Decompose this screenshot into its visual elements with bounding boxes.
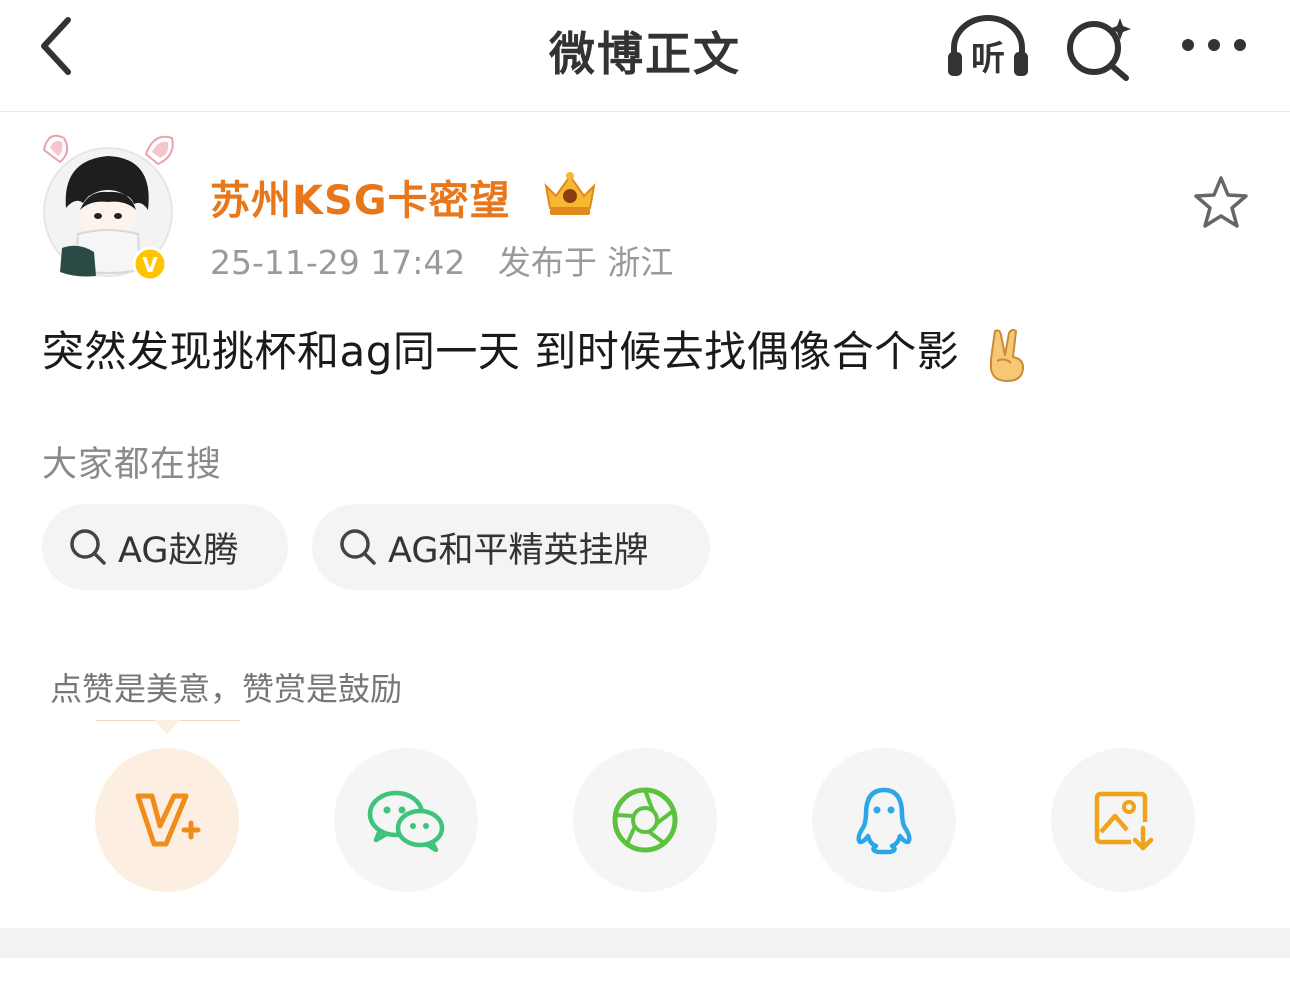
victory-hand-emoji-icon: [990, 328, 1025, 382]
top-nav-bar: 微博正文 听: [0, 0, 1290, 112]
save-image-button[interactable]: [1051, 748, 1195, 892]
moments-icon: [612, 787, 678, 853]
headphones-icon: 听: [948, 15, 1028, 79]
post-meta: 25-11-29 17:42 发布于 浙江: [210, 236, 673, 284]
more-button[interactable]: [1176, 20, 1252, 70]
post-text: 突然发现挑杯和ag同一天 到时候去找偶像合个影: [42, 327, 960, 376]
post-content: 突然发现挑杯和ag同一天 到时候去找偶像合个影: [42, 318, 1031, 383]
hot-search-title: 大家都在搜: [42, 445, 223, 485]
star-icon: [1194, 176, 1248, 228]
avatar[interactable]: V: [38, 130, 178, 282]
save-image-icon: [1094, 791, 1154, 851]
author-name[interactable]: 苏州KSG卡密望: [210, 168, 511, 226]
reward-hint: 点赞是美意，赞赏是鼓励: [50, 670, 403, 708]
post-timestamp: 25-11-29 17:42: [210, 243, 466, 282]
post-location: 发布于 浙江: [497, 243, 674, 282]
hot-search-chip[interactable]: AG和平精英挂牌: [312, 504, 710, 590]
share-qq-button[interactable]: [812, 748, 956, 892]
search-icon: [70, 529, 106, 565]
crown-badge-icon: [544, 172, 596, 215]
hot-search-chip-label: AG赵腾: [118, 530, 239, 571]
search-sparkle-icon: [1067, 18, 1131, 81]
verified-badge: V: [142, 253, 158, 277]
hot-search-chip-label: AG和平精英挂牌: [388, 530, 649, 571]
search-button[interactable]: [1062, 12, 1138, 82]
share-moments-button[interactable]: [573, 748, 717, 892]
search-icon: [340, 529, 376, 565]
qq-icon: [856, 787, 912, 855]
listen-button[interactable]: 听: [944, 14, 1032, 79]
footer-divider: [0, 928, 1290, 958]
share-wechat-button[interactable]: [334, 748, 478, 892]
reward-hint-pointer: [154, 720, 180, 734]
favorite-button[interactable]: [1190, 172, 1252, 234]
avatar-image: V: [42, 134, 174, 282]
hot-search-chip[interactable]: AG赵腾: [42, 504, 288, 590]
listen-label: 听: [971, 39, 1005, 78]
reward-button[interactable]: [95, 748, 239, 892]
wechat-icon: [367, 790, 445, 852]
more-dots-icon: [1182, 39, 1246, 51]
reward-v-icon: [135, 793, 201, 847]
